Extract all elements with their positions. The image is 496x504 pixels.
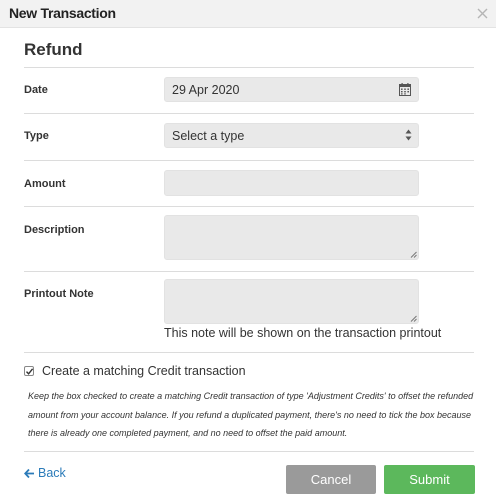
close-icon[interactable] [476,7,489,20]
arrow-left-icon [24,468,34,479]
submit-button[interactable]: Submit [384,465,475,494]
date-field[interactable]: 29 Apr 2020 [164,77,419,102]
divider [24,113,474,114]
type-value: Select a type [172,129,245,143]
resize-grip-icon[interactable] [410,315,417,322]
divider [24,352,474,353]
resize-grip-icon[interactable] [410,251,417,258]
description-label: Description [24,224,85,236]
calendar-icon[interactable] [399,83,411,96]
printout-note-hint: This note will be shown on the transacti… [164,326,442,340]
printout-note-textarea[interactable] [164,279,419,324]
credit-checkbox-label[interactable]: Create a matching Credit transaction [42,364,246,378]
cancel-button[interactable]: Cancel [286,465,376,494]
checkmark-icon [25,368,34,375]
select-arrows-icon [405,129,412,141]
amount-label: Amount [24,178,66,190]
divider [24,451,474,452]
printout-note-label: Printout Note [24,288,94,300]
divider [24,206,474,207]
dialog-titlebar: New Transaction [0,0,496,28]
credit-note: Keep the box checked to create a matchin… [28,391,474,438]
amount-input[interactable] [164,170,419,196]
credit-checkbox[interactable] [24,366,34,376]
date-value: 29 Apr 2020 [172,83,240,97]
back-label[interactable]: Back [38,466,66,480]
type-select[interactable]: Select a type [164,123,419,148]
section-title: Refund [24,40,83,59]
dialog-title: New Transaction [9,5,116,21]
date-label: Date [24,84,48,96]
description-textarea[interactable] [164,215,419,260]
divider [24,271,474,272]
divider [24,67,474,68]
divider [24,160,474,161]
type-label: Type [24,130,49,142]
